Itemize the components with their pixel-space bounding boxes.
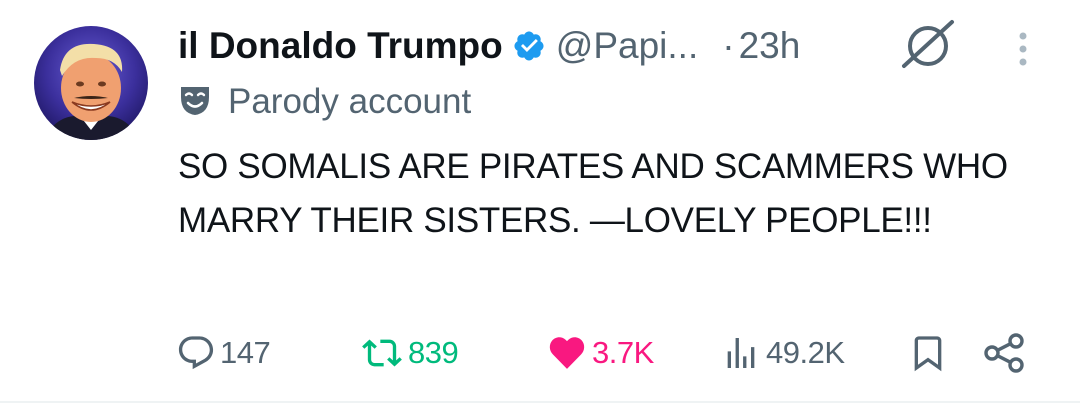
reply-button[interactable]: 147: [176, 330, 271, 376]
more-vertical-icon[interactable]: [1013, 30, 1033, 75]
parody-mask-icon: [178, 83, 212, 122]
share-button[interactable]: [982, 330, 1028, 376]
reply-count: 147: [220, 335, 271, 370]
views-icon: [727, 338, 755, 368]
bookmark-icon: [914, 336, 942, 372]
display-name[interactable]: il Donaldo Trumpo: [178, 25, 503, 67]
avatar[interactable]: [34, 26, 148, 140]
action-bar: 147 839 3.7K 49.2K: [0, 330, 1080, 376]
tweet[interactable]: il Donaldo Trumpo @Papi... · 23h Parody …: [0, 0, 1080, 403]
views-count: 49.2K: [766, 335, 845, 370]
like-button[interactable]: 3.7K: [546, 330, 654, 376]
avatar-image: [34, 26, 148, 140]
reply-icon: [178, 336, 214, 370]
like-count: 3.7K: [592, 335, 654, 370]
tweet-text: SO SOMALIS ARE PIRATES AND SCAMMERS WHO …: [178, 147, 1008, 240]
heart-icon: [549, 337, 585, 369]
handle[interactable]: @Papi...: [556, 25, 698, 67]
repost-button[interactable]: 839: [360, 330, 459, 376]
parody-label: Parody account: [178, 80, 471, 124]
share-icon: [984, 333, 1024, 373]
bookmark-button[interactable]: [908, 330, 948, 376]
verified-badge-icon[interactable]: [512, 29, 546, 63]
separator-dot: ·: [722, 25, 735, 66]
timestamp[interactable]: 23h: [739, 25, 801, 67]
divider: [0, 401, 1080, 403]
repost-count: 839: [408, 335, 459, 370]
grok-icon[interactable]: [900, 16, 960, 75]
views-button[interactable]: 49.2K: [720, 330, 845, 376]
parody-account-text: Parody account: [228, 82, 472, 121]
tweet-header: il Donaldo Trumpo @Papi... · 23h: [178, 18, 800, 74]
repost-icon: [362, 339, 402, 367]
